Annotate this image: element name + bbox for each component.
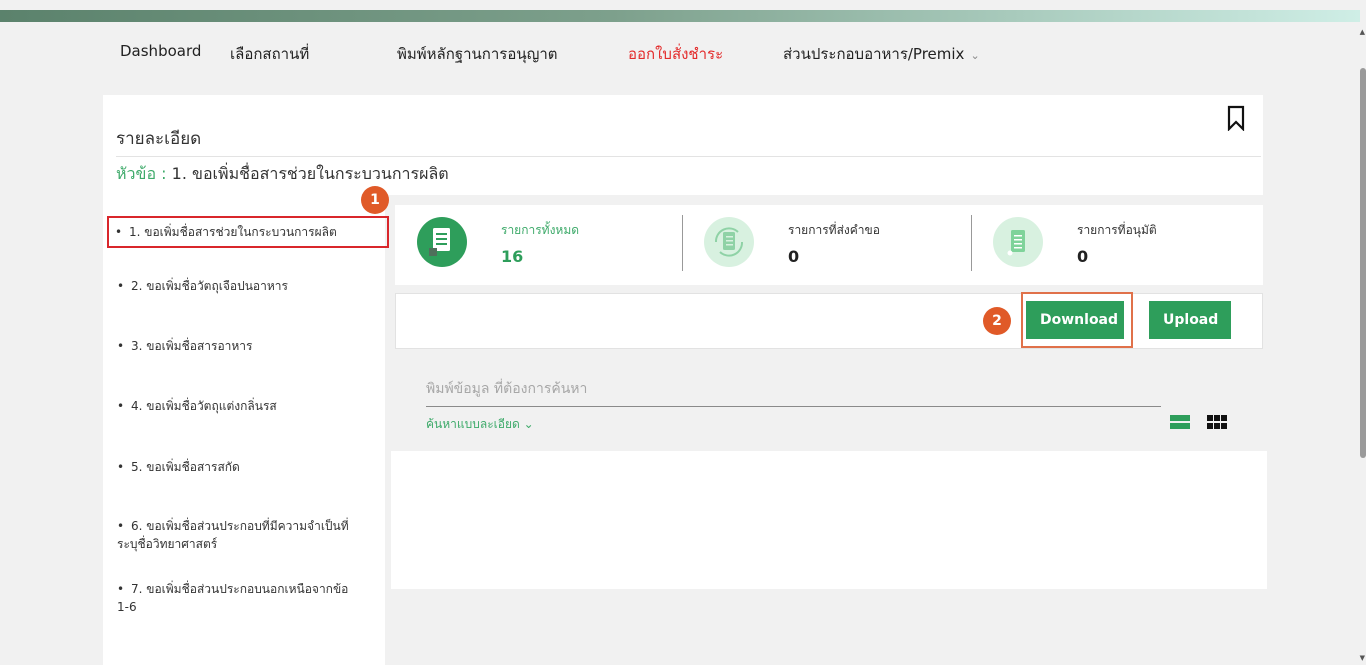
details-title: รายละเอียด	[116, 129, 202, 149]
bookmark-icon[interactable]	[1227, 105, 1245, 135]
sidebar-item-label: 4. ขอเพิ่มชื่อวัตถุแต่งกลิ่นรส	[131, 399, 277, 413]
bullet-icon: •	[117, 582, 125, 596]
bullet-icon: •	[117, 460, 125, 474]
stat-label: รายการทั้งหมด	[501, 223, 580, 237]
sidebar-item-2[interactable]: • 2. ขอเพิ่มชื่อวัตถุเจือปนอาหาร	[117, 277, 367, 295]
nav-item-select-location[interactable]: เลือกสถานที่	[230, 42, 309, 66]
bullet-icon: •	[117, 279, 125, 293]
top-accent-bar	[0, 10, 1360, 22]
subject-value: 1. ขอเพิ่มชื่อสารช่วยในกระบวนการผลิต	[166, 164, 449, 183]
stat-value: 0	[788, 247, 800, 266]
stat-label: รายการที่ส่งคำขอ	[788, 223, 880, 237]
top-navigation: Dashboard เลือกสถานที่ พิมพ์หลักฐานการอน…	[0, 22, 1360, 82]
search-input[interactable]	[426, 372, 1161, 407]
nav-item-payment-order[interactable]: ออกใบสั่งชำระ	[628, 42, 723, 66]
upload-button[interactable]: Upload	[1149, 301, 1231, 339]
sidebar-item-label: 1. ขอเพิ่มชื่อสารช่วยในกระบวนการผลิต	[129, 225, 337, 239]
page-scrollbar[interactable]	[1360, 68, 1366, 458]
details-divider	[116, 156, 1261, 157]
results-panel	[391, 451, 1267, 589]
bullet-icon: •	[117, 339, 125, 353]
sidebar-item-6[interactable]: • 6. ขอเพิ่มชื่อส่วนประกอบที่มีความจำเป็น…	[117, 517, 353, 553]
sidebar-item-label: 7. ขอเพิ่มชื่อส่วนประกอบนอกเหนือจากข้อ 1…	[117, 582, 349, 614]
bullet-icon: •	[117, 399, 125, 413]
bullet-icon: •	[115, 225, 123, 239]
search-area: ค้นหาแบบละเอียด ⌄	[395, 355, 1263, 445]
details-panel: รายละเอียด หัวข้อ : 1. ขอเพิ่มชื่อสารช่ว…	[103, 95, 1263, 195]
refresh-document-icon	[704, 217, 754, 267]
nav-item-print-permit[interactable]: พิมพ์หลักฐานการอนุญาต	[397, 42, 558, 66]
stat-approved: รายการที่อนุมัติ 0	[971, 205, 1263, 285]
stats-panel: รายการทั้งหมด 16 รายการที่ส่งคำขอ 0 รายก…	[395, 205, 1263, 285]
download-button[interactable]: Download	[1026, 301, 1124, 339]
action-toolbar: Download Upload	[395, 292, 1263, 349]
sidebar-item-1[interactable]: • 1. ขอเพิ่มชื่อสารช่วยในกระบวนการผลิต	[107, 216, 389, 248]
nav-item-ingredients-premix[interactable]: ส่วนประกอบอาหาร/Premix ⌄	[783, 42, 980, 66]
subject-label: หัวข้อ :	[116, 164, 167, 183]
sidebar-item-4[interactable]: • 4. ขอเพิ่มชื่อวัตถุแต่งกลิ่นรส	[117, 397, 367, 415]
sidebar-item-3[interactable]: • 3. ขอเพิ่มชื่อสารอาหาร	[117, 337, 367, 355]
stat-value: 16	[501, 247, 524, 266]
document-icon	[417, 217, 467, 267]
list-view-icon[interactable]	[1170, 414, 1190, 429]
sidebar-item-label: 2. ขอเพิ่มชื่อวัตถุเจือปนอาหาร	[131, 279, 288, 293]
stat-label: รายการที่อนุมัติ	[1077, 223, 1157, 237]
stat-value: 0	[1077, 247, 1089, 266]
nav-item-ingredients-label: ส่วนประกอบอาหาร/Premix	[783, 45, 965, 63]
approved-document-icon	[993, 217, 1043, 267]
subject-line: หัวข้อ : 1. ขอเพิ่มชื่อสารช่วยในกระบวนกา…	[116, 162, 449, 187]
sidebar-item-7[interactable]: • 7. ขอเพิ่มชื่อส่วนประกอบนอกเหนือจากข้อ …	[117, 580, 353, 616]
advanced-search-toggle[interactable]: ค้นหาแบบละเอียด ⌄	[426, 415, 534, 434]
bullet-icon: •	[117, 519, 125, 533]
stat-submitted: รายการที่ส่งคำขอ 0	[682, 205, 967, 285]
grid-view-icon[interactable]	[1207, 414, 1227, 429]
sidebar-item-label: 3. ขอเพิ่มชื่อสารอาหาร	[131, 339, 253, 353]
topic-sidebar: • 1. ขอเพิ่มชื่อสารช่วยในกระบวนการผลิต • 2…	[103, 195, 389, 665]
sidebar-item-label: 5. ขอเพิ่มชื่อสารสกัด	[131, 460, 240, 474]
stat-total: รายการทั้งหมด 16	[395, 205, 680, 285]
scroll-up-icon[interactable]: ▲	[1360, 28, 1365, 36]
scroll-down-icon[interactable]: ▼	[1360, 654, 1365, 662]
chevron-down-icon: ⌄	[970, 49, 980, 62]
nav-item-dashboard[interactable]: Dashboard	[120, 42, 201, 60]
step-1-badge: 1	[361, 186, 389, 214]
step-2-badge: 2	[983, 307, 1011, 335]
sidebar-item-5[interactable]: • 5. ขอเพิ่มชื่อสารสกัด	[117, 458, 367, 476]
sidebar-item-label: 6. ขอเพิ่มชื่อส่วนประกอบที่มีความจำเป็นท…	[117, 519, 349, 551]
